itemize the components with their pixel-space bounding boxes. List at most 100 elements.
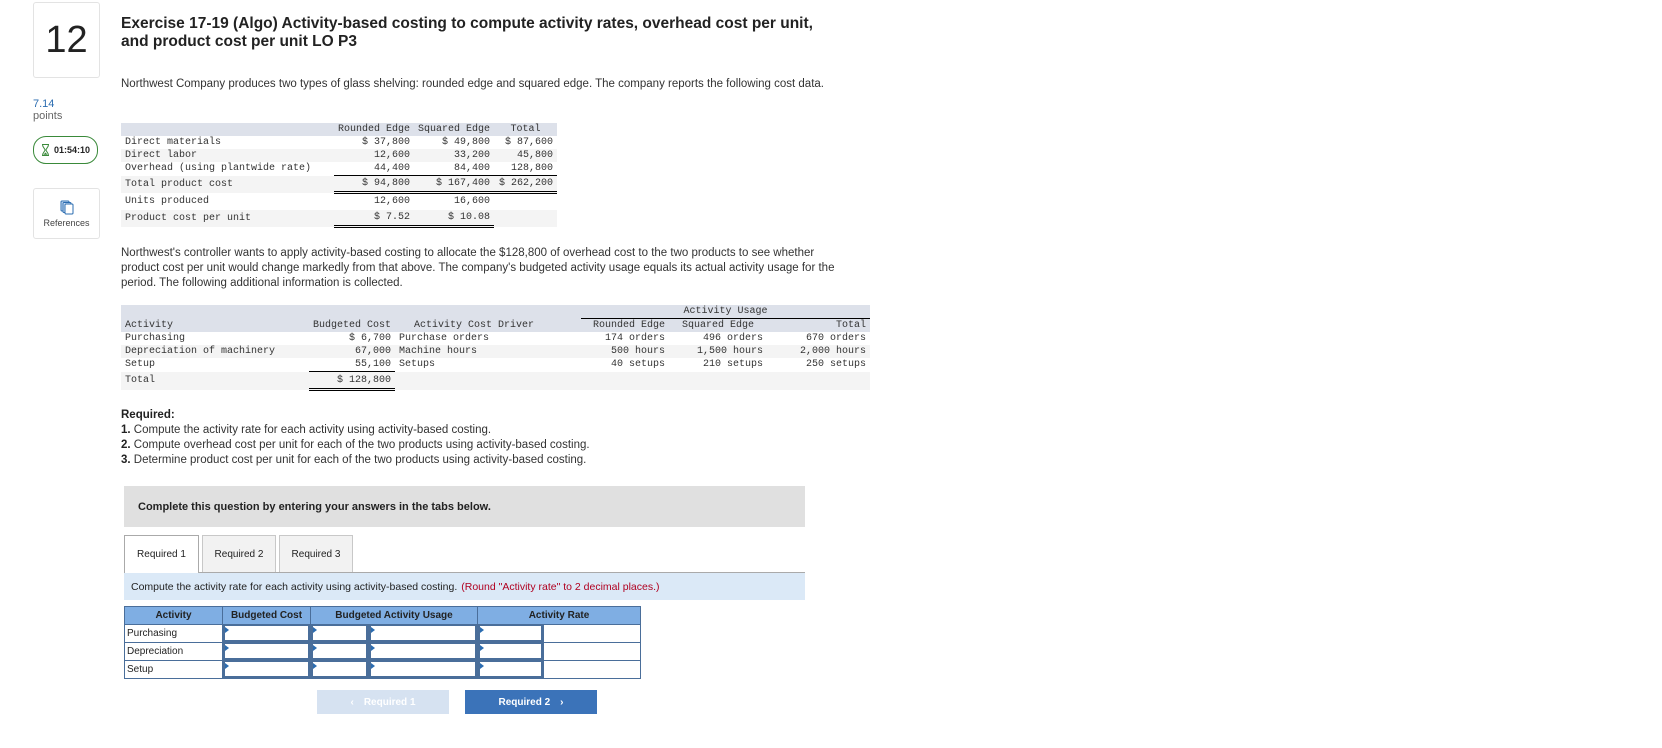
required-num: 3. — [121, 454, 131, 466]
required-text: Compute overhead cost per unit for each … — [130, 439, 590, 451]
activity-total-label: Total — [121, 371, 309, 390]
references-icon — [60, 200, 73, 214]
cost-cell: $ 37,800 — [362, 137, 411, 148]
cost-row-label: Product cost per unit — [121, 209, 334, 227]
cost-cell: 44,400 — [334, 162, 415, 176]
usage-unit-cell — [368, 660, 478, 679]
activity-header-row: Activity Budgeted Cost Activity Cost Dri… — [121, 318, 871, 332]
budgeted-cost-cell — [222, 660, 311, 679]
activity-header-total: Total — [767, 318, 871, 332]
tab-instruction: Compute the activity rate for each activ… — [124, 573, 805, 600]
tab-required-1[interactable]: Required 1 — [124, 535, 199, 573]
points-label: points — [33, 110, 63, 122]
activity-header-activity: Activity — [121, 318, 309, 332]
question-number-text: 12 — [45, 18, 88, 61]
activity-row: Purchasing $ 6,700 Purchase orders 174 o… — [121, 332, 870, 345]
activity-total-cost: $ 128,800 — [309, 371, 396, 391]
instruction-text: Compute the activity rate for each activ… — [131, 580, 458, 593]
tab-required-3[interactable]: Required 3 — [279, 535, 353, 572]
usage-quantity-input[interactable] — [311, 643, 369, 660]
activity-rounded: 500 hours — [581, 345, 670, 358]
budgeted-cost-cell — [222, 642, 311, 661]
activity-rate-cell — [476, 660, 545, 679]
budgeted-cost-input[interactable] — [223, 625, 310, 642]
activity-squared: 1,500 hours — [669, 345, 768, 358]
cost-row-label: Units produced — [125, 195, 210, 207]
activity-rate-input[interactable] — [478, 661, 544, 678]
cost-data-table: Rounded Edge Squared Edge Total Direct m… — [121, 123, 558, 228]
activity-row: Setup 55,100 Setups 40 setups 210 setups… — [121, 358, 870, 372]
tab-required-2[interactable]: Required 2 — [202, 535, 276, 572]
cost-cell: 45,800 — [494, 149, 558, 162]
question-title: Exercise 17-19 (Algo) Activity-based cos… — [121, 15, 813, 50]
cost-header-total: Total — [494, 123, 558, 136]
usage-unit-input[interactable] — [369, 643, 477, 660]
hourglass-icon — [41, 144, 49, 156]
activity-rate-input[interactable] — [478, 643, 544, 660]
cost-table-header: Rounded Edge Squared Edge Total — [121, 123, 558, 136]
activity-group-spacer — [553, 305, 582, 319]
usage-quantity-cell — [309, 642, 370, 661]
question-number: 12 — [33, 2, 100, 78]
activity-driver: Purchase orders — [399, 333, 490, 344]
activity-rate-input[interactable] — [478, 625, 544, 642]
activity-row: Depreciation of machinery 67,000 Machine… — [121, 345, 871, 358]
activity-usage-header: Activity Usage — [581, 305, 871, 319]
activity-total-blank — [581, 371, 670, 390]
activity-total-blank — [767, 371, 871, 390]
usage-unit-input[interactable] — [369, 661, 477, 678]
activity-name: Purchasing — [125, 333, 186, 344]
cost-cell: $ 262,200 — [494, 175, 558, 194]
budgeted-cost-cell — [222, 624, 311, 643]
cost-row-label: Direct labor — [121, 149, 334, 162]
budgeted-cost-input[interactable] — [223, 661, 310, 678]
cost-row: Product cost per unit $ 7.52 $ 10.08 — [121, 209, 558, 228]
required-section: Required: 1. Compute the activity rate f… — [121, 408, 590, 468]
activity-squared: 496 orders — [703, 333, 764, 344]
next-required-button[interactable]: Required 2 › — [465, 690, 597, 714]
budgeted-cost-input[interactable] — [223, 643, 310, 660]
activity-group-blank — [121, 305, 554, 319]
required-item-3: 3. Determine product cost per unit for e… — [121, 453, 590, 468]
usage-unit-cell — [368, 624, 478, 643]
usage-quantity-input[interactable] — [311, 625, 369, 642]
activity-rounded: 40 setups — [611, 359, 666, 371]
activity-group-header-row: Activity Usage — [121, 305, 871, 319]
usage-quantity-cell — [309, 660, 370, 679]
activity-header-spacer — [553, 318, 582, 332]
answer-row-label: Setup — [124, 660, 223, 679]
activity-header-rounded: Rounded Edge — [581, 318, 670, 332]
cost-row: Direct materials $ 37,800 $ 49,800 $ 87,… — [121, 136, 557, 149]
prev-button-label: Required 1 — [363, 696, 416, 708]
activity-total: 670 orders — [806, 333, 867, 344]
cost-row: Overhead (using plantwide rate) 44,400 8… — [121, 162, 558, 176]
activity-rate-unit-cell — [543, 624, 641, 643]
cost-cell: $ 94,800 — [334, 175, 415, 194]
required-num: 1. — [121, 424, 131, 436]
activity-rate-unit-cell — [543, 660, 641, 679]
activity-squared: 210 setups — [703, 359, 764, 371]
usage-quantity-input[interactable] — [311, 661, 369, 678]
activity-total: 250 setups — [806, 359, 867, 371]
references-button[interactable]: References — [33, 188, 100, 239]
answer-header-activity: Activity — [124, 606, 223, 625]
activity-header-cost: Budgeted Cost — [309, 318, 396, 332]
activity-header-driver: Activity Cost Driver — [395, 318, 554, 332]
activity-cost: $ 6,700 — [349, 333, 392, 344]
activity-cost: 55,100 — [309, 358, 396, 372]
prev-required-button[interactable]: ‹ Required 1 — [317, 690, 449, 714]
activity-table: Activity Usage Activity Budgeted Cost Ac… — [121, 305, 871, 391]
tab-bar: Required 1 Required 2 Required 3 — [124, 535, 805, 573]
intro-text: Northwest Company produces two types of … — [121, 78, 824, 90]
required-text: Determine product cost per unit for each… — [130, 454, 587, 466]
activity-name: Depreciation of machinery — [121, 345, 309, 358]
activity-total-blank — [553, 371, 582, 390]
usage-unit-input[interactable] — [369, 625, 477, 642]
cost-cell: 12,600 — [334, 149, 415, 162]
activity-header-squared: Squared Edge — [669, 318, 768, 332]
chevron-right-icon: › — [560, 696, 564, 708]
banner-text: Complete this question by entering your … — [138, 500, 491, 513]
required-item-1: 1. Compute the activity rate for each ac… — [121, 423, 590, 438]
required-heading: Required: — [121, 409, 175, 421]
timer-text: 01:54:10 — [53, 145, 91, 155]
